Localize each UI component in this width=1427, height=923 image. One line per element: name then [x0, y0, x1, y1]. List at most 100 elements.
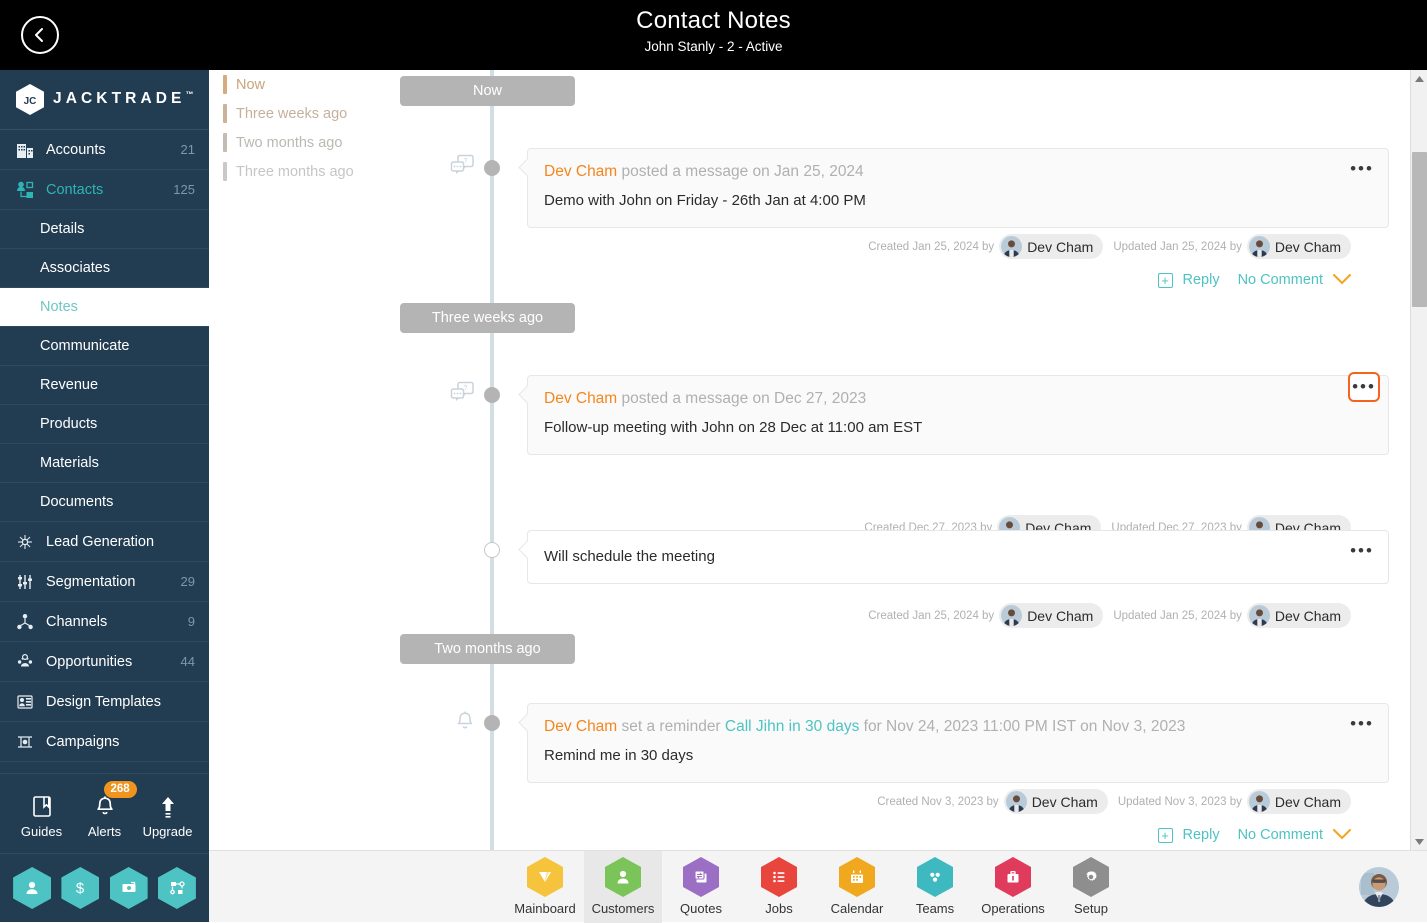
sidebar-item-count: 44	[181, 654, 195, 669]
page-subtitle: John Stanly - 2 - Active	[0, 37, 1427, 57]
sidebar-subitem-label: Notes	[40, 299, 78, 315]
bottom-nav-customers[interactable]: Customers	[584, 851, 662, 923]
sidebar-item-count: 21	[181, 142, 195, 157]
chevron-down-icon[interactable]	[1333, 273, 1351, 288]
updated-meta: Updated Nov 3, 2023 by Dev Cham	[1118, 789, 1351, 814]
bottom-nav-label: Customers	[592, 901, 655, 916]
person-hex-button[interactable]	[13, 867, 51, 909]
reminder-card-header: Dev Cham set a reminder Call Jihn in 30 …	[544, 716, 1372, 738]
comment-menu-button[interactable]: •••	[1348, 541, 1376, 561]
add-reply-icon[interactable]: +	[1158, 828, 1173, 843]
reminder-card[interactable]: ••• Dev Cham set a reminder Call Jihn in…	[527, 703, 1389, 783]
message-bubble-icon: ?	[450, 381, 476, 405]
comment-toggle[interactable]: No Comment	[1238, 827, 1323, 843]
note-actions: + Reply No Comment	[1158, 272, 1352, 288]
updated-label: Updated Nov 3, 2023 by	[1118, 796, 1242, 808]
scrollbar-thumb[interactable]	[1412, 152, 1427, 307]
comment-card[interactable]: ••• Will schedule the meeting	[527, 530, 1389, 584]
bottom-nav-mainboard[interactable]: Mainboard	[506, 851, 584, 923]
avatar	[1006, 791, 1027, 812]
sidebar-subitem-associates[interactable]: Associates	[0, 249, 209, 288]
jobs-icon	[761, 857, 797, 897]
sidebar-subitem-documents[interactable]: Documents	[0, 483, 209, 522]
bottom-nav-jobs[interactable]: Jobs	[740, 851, 818, 923]
note-card[interactable]: ••• Dev Cham posted a message on Dec 27,…	[527, 375, 1389, 455]
dollar-hex-icon: $	[71, 879, 89, 897]
avatar	[1249, 236, 1270, 257]
svg-text:$: $	[76, 880, 85, 897]
guides-button[interactable]: Guides	[12, 789, 72, 839]
legend-item-now[interactable]: Now	[223, 70, 393, 99]
header-title-block: Contact Notes John Stanly - 2 - Active	[0, 6, 1427, 57]
sidebar-subitem-label: Documents	[40, 494, 113, 510]
sidebar-subitem-revenue[interactable]: Revenue	[0, 366, 209, 405]
bottom-nav-label: Mainboard	[514, 901, 575, 916]
alerts-badge: 268	[104, 781, 137, 798]
bottom-nav-setup[interactable]: Setup	[1052, 851, 1130, 923]
sidebar-item-count: 9	[188, 614, 195, 629]
note-card[interactable]: ••• Dev Cham posted a message on Jan 25,…	[527, 148, 1389, 228]
comment-toggle[interactable]: No Comment	[1238, 272, 1323, 288]
chevron-down-icon[interactable]	[1333, 828, 1351, 843]
money-transfer-hex-button[interactable]	[110, 867, 148, 909]
note-menu-button[interactable]: •••	[1348, 714, 1376, 734]
created-user-chip: Dev Cham	[999, 234, 1103, 259]
sidebar-item-channels[interactable]: Channels 9	[0, 602, 209, 642]
workflow-hex-button[interactable]	[158, 867, 196, 909]
scroll-up-arrow-icon[interactable]	[1411, 70, 1427, 87]
sidebar-item-opportunities[interactable]: Opportunities 44	[0, 642, 209, 682]
design-templates-icon	[14, 691, 36, 713]
sidebar-quick-actions: Guides 268 Alerts Upgrade	[0, 774, 209, 854]
dollar-hex-button[interactable]: $	[61, 867, 99, 909]
sidebar-item-segmentation[interactable]: Segmentation 29	[0, 562, 209, 602]
comment-body: Will schedule the meeting	[544, 545, 1372, 569]
sidebar-subitem-materials[interactable]: Materials	[0, 444, 209, 483]
quick-action-label: Upgrade	[143, 824, 193, 839]
quick-action-label: Guides	[21, 824, 62, 839]
sidebar-subitem-notes[interactable]: Notes	[0, 288, 209, 327]
campaigns-icon	[14, 731, 36, 753]
sidebar-subitem-products[interactable]: Products	[0, 405, 209, 444]
bell-icon	[453, 709, 479, 733]
comment-meta: Created Jan 25, 2024 by Dev Cham Updated…	[868, 603, 1351, 628]
sidebar-item-accounts[interactable]: Accounts 21	[0, 130, 209, 170]
updated-user-name: Dev Cham	[1275, 794, 1341, 810]
legend-label: Now	[236, 77, 265, 93]
created-user-name: Dev Cham	[1027, 239, 1093, 255]
created-label: Created Jan 25, 2024 by	[868, 241, 994, 253]
legend-item-three-months-ago[interactable]: Three months ago	[223, 157, 393, 186]
reply-button[interactable]: Reply	[1183, 272, 1220, 288]
vertical-scrollbar[interactable]	[1410, 70, 1427, 850]
timeline-pill-three-weeks-ago: Three weeks ago	[400, 303, 575, 333]
note-card-header: Dev Cham posted a message on Jan 25, 202…	[544, 161, 1372, 183]
reminder-link[interactable]: Call Jihn in 30 days	[725, 718, 859, 735]
sidebar-item-campaigns[interactable]: Campaigns	[0, 722, 209, 762]
svg-text:?: ?	[464, 158, 468, 165]
sidebar-item-design-templates[interactable]: Design Templates	[0, 682, 209, 722]
legend-item-two-months-ago[interactable]: Two months ago	[223, 128, 393, 157]
bottom-nav-operations[interactable]: Operations	[974, 851, 1052, 923]
upgrade-button[interactable]: Upgrade	[138, 789, 198, 839]
user-avatar[interactable]	[1359, 867, 1399, 907]
bottom-nav-teams[interactable]: Teams	[896, 851, 974, 923]
add-reply-icon[interactable]: +	[1158, 273, 1173, 288]
bottom-nav-calendar[interactable]: Calendar	[818, 851, 896, 923]
alerts-button[interactable]: 268 Alerts	[75, 789, 135, 839]
legend-bar	[223, 133, 227, 152]
jacktrade-hex-logo: JC	[16, 84, 44, 115]
note-menu-button[interactable]: •••	[1348, 159, 1376, 179]
bottom-nav-label: Quotes	[680, 901, 722, 916]
sidebar-item-lead-generation[interactable]: Lead Generation	[0, 522, 209, 562]
sidebar-subitem-communicate[interactable]: Communicate	[0, 327, 209, 366]
brand-logo[interactable]: JC JACKTRADE™	[0, 70, 209, 130]
updated-label: Updated Jan 25, 2024 by	[1113, 241, 1242, 253]
sidebar-item-contacts[interactable]: Contacts 125	[0, 170, 209, 210]
sidebar-subitem-details[interactable]: Details	[0, 210, 209, 249]
reply-button[interactable]: Reply	[1183, 827, 1220, 843]
bottom-nav-quotes[interactable]: Quotes	[662, 851, 740, 923]
legend-item-three-weeks-ago[interactable]: Three weeks ago	[223, 99, 393, 128]
scroll-down-arrow-icon[interactable]	[1411, 833, 1427, 850]
created-user-chip: Dev Cham	[999, 603, 1103, 628]
note-menu-button[interactable]: •••	[1348, 372, 1380, 402]
bottom-nav-label: Operations	[981, 901, 1045, 916]
